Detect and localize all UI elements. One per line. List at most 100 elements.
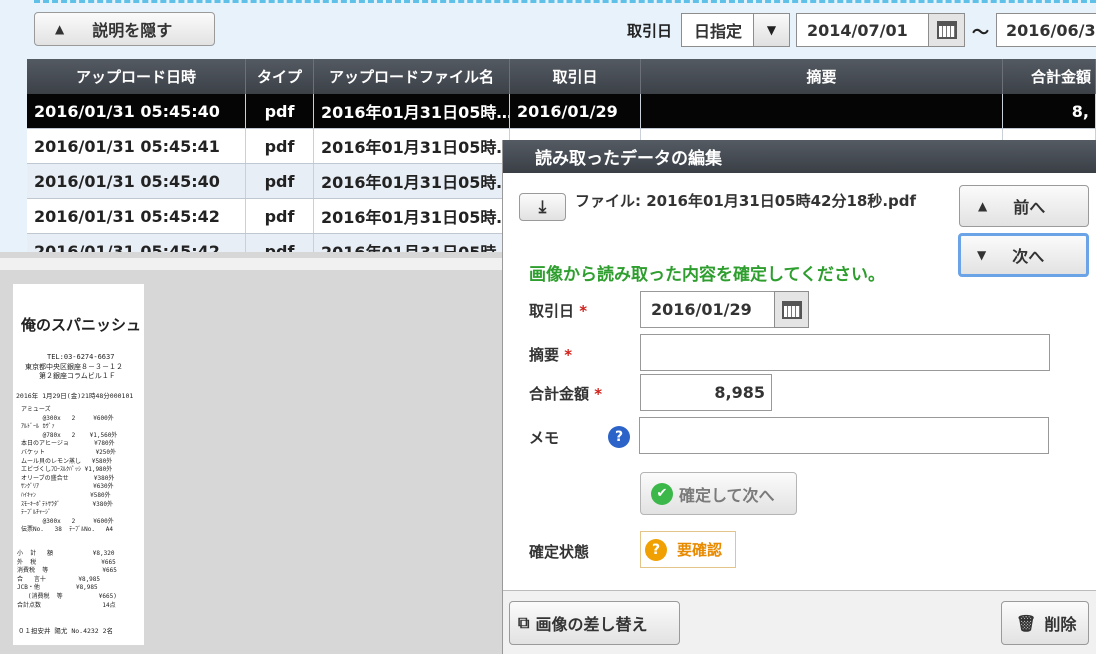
summary-field[interactable] — [640, 334, 1050, 371]
replace-image-button[interactable]: ⧉ 画像の差し替え — [509, 601, 680, 645]
required-mark: * — [579, 302, 588, 320]
receipt-line: (消費税 等 ¥665) — [17, 592, 117, 600]
receipt-line: @300x 2 ¥600外 — [21, 414, 114, 422]
cell-type: pdf — [246, 164, 314, 198]
hide-description-button[interactable]: ▲ 説明を隠す — [34, 12, 215, 46]
receipt-line: 本日のアヒージョ ¥780外 — [21, 440, 115, 448]
receipt-tel: TEL:03-6274-6637 — [47, 353, 115, 361]
table-header: アップロード日時 タイプ アップロードファイル名 取引日 摘要 合計金額 — [27, 59, 1096, 94]
cell-file: 2016年01月31日05時 — [314, 234, 510, 252]
next-label: 次へ — [1012, 247, 1045, 266]
calendar-icon — [781, 300, 802, 319]
next-button[interactable]: ▼ 次へ — [958, 233, 1089, 277]
receipt-line: 伝票No. 38 ﾃｰﾌﾞﾙNo. A4 — [21, 526, 114, 534]
cell-file: 2016年01月31日05時… — [314, 199, 510, 233]
column-header-file[interactable]: アップロードファイル名 — [314, 59, 510, 94]
receipt-line: JCB・他 ¥8,985 — [17, 584, 98, 592]
status-badge: ? 要確認 — [640, 531, 736, 568]
date-filter-label: 取引日 — [627, 22, 673, 40]
receipt-image[interactable]: 俺のスパニッシュ TEL:03-6274-6637 東京都中央区銀座８－３－１２… — [13, 284, 144, 645]
cell-uploaded: 2016/01/31 05:45:41 — [27, 129, 246, 163]
replace-image-icon: ⧉ — [518, 613, 530, 632]
cell-date: 2016/01/29 — [510, 94, 641, 128]
date-range-tilde: 〜 — [972, 23, 989, 43]
cell-type: pdf — [246, 129, 314, 163]
summary-label-text: 摘要 — [529, 346, 560, 364]
receipt-totals: 小 計 額 ¥8,320 外 税 ¥665 消費税 等 ¥665 合 言十 ¥8,98… — [17, 550, 117, 610]
previous-button[interactable]: ▲ 前へ — [959, 185, 1089, 227]
date-field[interactable]: 2016/01/29 — [640, 291, 775, 328]
cell-type: pdf — [246, 94, 314, 128]
date-to-input[interactable]: 2016/06/3 — [996, 13, 1096, 47]
delete-button[interactable]: 🗑 削除 — [1001, 601, 1089, 645]
receipt-footer: ０１担安井 陽尤 No.4232 2名 — [18, 627, 114, 635]
memo-field-label: メモ — [529, 429, 560, 447]
dashed-divider — [34, 0, 1096, 4]
file-name-label: ファイル: 2016年01月31日05時42分18秒.pdf — [575, 192, 917, 210]
delete-label: 削除 — [1044, 615, 1077, 634]
receipt-line: ﾃｰﾌﾞﾙﾁｬｰｼﾞ — [21, 509, 52, 517]
summary-field-label: 摘要 * — [529, 344, 572, 365]
cell-uploaded: 2016/01/31 05:45:42 — [27, 234, 246, 252]
date-field-label: 取引日 * — [529, 300, 587, 321]
edit-data-dialog: 読み取ったデータの編集 ⤓ ファイル: 2016年01月31日05時42分18秒… — [502, 140, 1096, 654]
cell-file: 2016年01月31日05時… — [314, 129, 510, 163]
column-header-summary[interactable]: 摘要 — [641, 59, 1003, 94]
amount-field[interactable]: 8,985 — [640, 374, 772, 411]
required-mark: * — [564, 346, 573, 364]
chevron-down-icon: ▼ — [766, 23, 777, 37]
receipt-datetime: 2016年 1月29日(金)21時48分000101 — [16, 392, 134, 400]
cell-summary — [641, 94, 1003, 128]
date-label-text: 取引日 — [529, 302, 575, 320]
cell-uploaded: 2016/01/31 05:45:42 — [27, 199, 246, 233]
date-calendar-button[interactable] — [774, 291, 809, 328]
column-header-type[interactable]: タイプ — [246, 59, 314, 94]
cell-file: 2016年01月31日05時… — [314, 94, 510, 128]
table-row[interactable]: 2016/01/31 05:45:40 pdf 2016年01月31日05時… … — [27, 94, 1096, 129]
receipt-line: ｽﾓｰｷｰﾎﾟﾃﾄｻﾗﾀﾞ ¥380外 — [21, 500, 113, 508]
dialog-title: 読み取ったデータの編集 — [503, 140, 1096, 173]
triangle-up-icon: ▲ — [55, 22, 65, 36]
receipt-address-2: 第２銀座コラムビル１Ｆ — [39, 372, 116, 380]
calendar-icon — [936, 21, 957, 39]
date-mode-select[interactable]: 日指定 — [681, 13, 754, 47]
receipt-line: ｱﾙﾄﾞｰﾙ ｶｳﾞｧ — [21, 423, 55, 431]
cell-file: 2016年01月31日05時… — [314, 164, 510, 198]
viewer-top-strip — [0, 258, 502, 270]
question-icon: ? — [645, 538, 667, 561]
receipt-line: ﾊｲｷｬﾝ ¥580外 — [21, 491, 111, 499]
hide-description-label: 説明を隠す — [92, 21, 173, 40]
column-header-amount[interactable]: 合計金額 — [1003, 59, 1096, 94]
dialog-footer: ⧉ 画像の差し替え 🗑 削除 — [503, 590, 1096, 654]
confirm-next-label: 確定して次へ — [679, 485, 775, 505]
date-from-input[interactable]: 2014/07/01 — [796, 13, 929, 47]
status-label: 確定状態 — [529, 543, 590, 561]
download-button[interactable]: ⤓ — [519, 193, 566, 221]
download-icon: ⤓ — [538, 197, 547, 217]
required-mark: * — [594, 385, 603, 403]
receipt-items: アミューズ @300x 2 ¥600外 ｱﾙﾄﾞｰﾙ ｶｳﾞｧ @780x 2 ¥… — [21, 406, 117, 535]
check-icon: ✔ — [651, 482, 673, 505]
help-icon[interactable]: ? — [608, 426, 630, 448]
receipt-line: バケット ¥250外 — [21, 448, 117, 456]
memo-field[interactable] — [639, 417, 1049, 454]
column-header-uploaded[interactable]: アップロード日時 — [27, 59, 246, 94]
date-from-calendar-button[interactable] — [928, 13, 965, 47]
replace-image-label: 画像の差し替え — [535, 615, 648, 634]
receipt-shop-name: 俺のスパニッシュ — [21, 316, 142, 334]
receipt-line: 消費税 等 ¥665 — [17, 567, 117, 575]
receipt-line: 合計点数 14点 — [17, 601, 116, 609]
cell-type: pdf — [246, 234, 314, 252]
receipt-line: アミューズ — [21, 406, 51, 413]
cell-uploaded: 2016/01/31 05:45:40 — [27, 164, 246, 198]
confirm-next-button[interactable]: ✔ 確定して次へ — [640, 472, 797, 515]
column-header-date[interactable]: 取引日 — [510, 59, 641, 94]
date-mode-dropdown-button[interactable]: ▼ — [753, 13, 790, 47]
receipt-line: 小 計 額 ¥8,320 — [17, 550, 115, 557]
triangle-up-icon: ▲ — [978, 199, 988, 213]
amount-label-text: 合計金額 — [529, 385, 590, 403]
triangle-down-icon: ▼ — [977, 248, 987, 262]
receipt-line: エビづくしﾌﾛｰｽﾙｸﾊﾟｯｼ ¥1,980外 — [21, 466, 113, 474]
cell-uploaded: 2016/01/31 05:45:40 — [27, 94, 246, 128]
instruction-text: 画像から読み取った内容を確定してください。 — [529, 265, 885, 285]
